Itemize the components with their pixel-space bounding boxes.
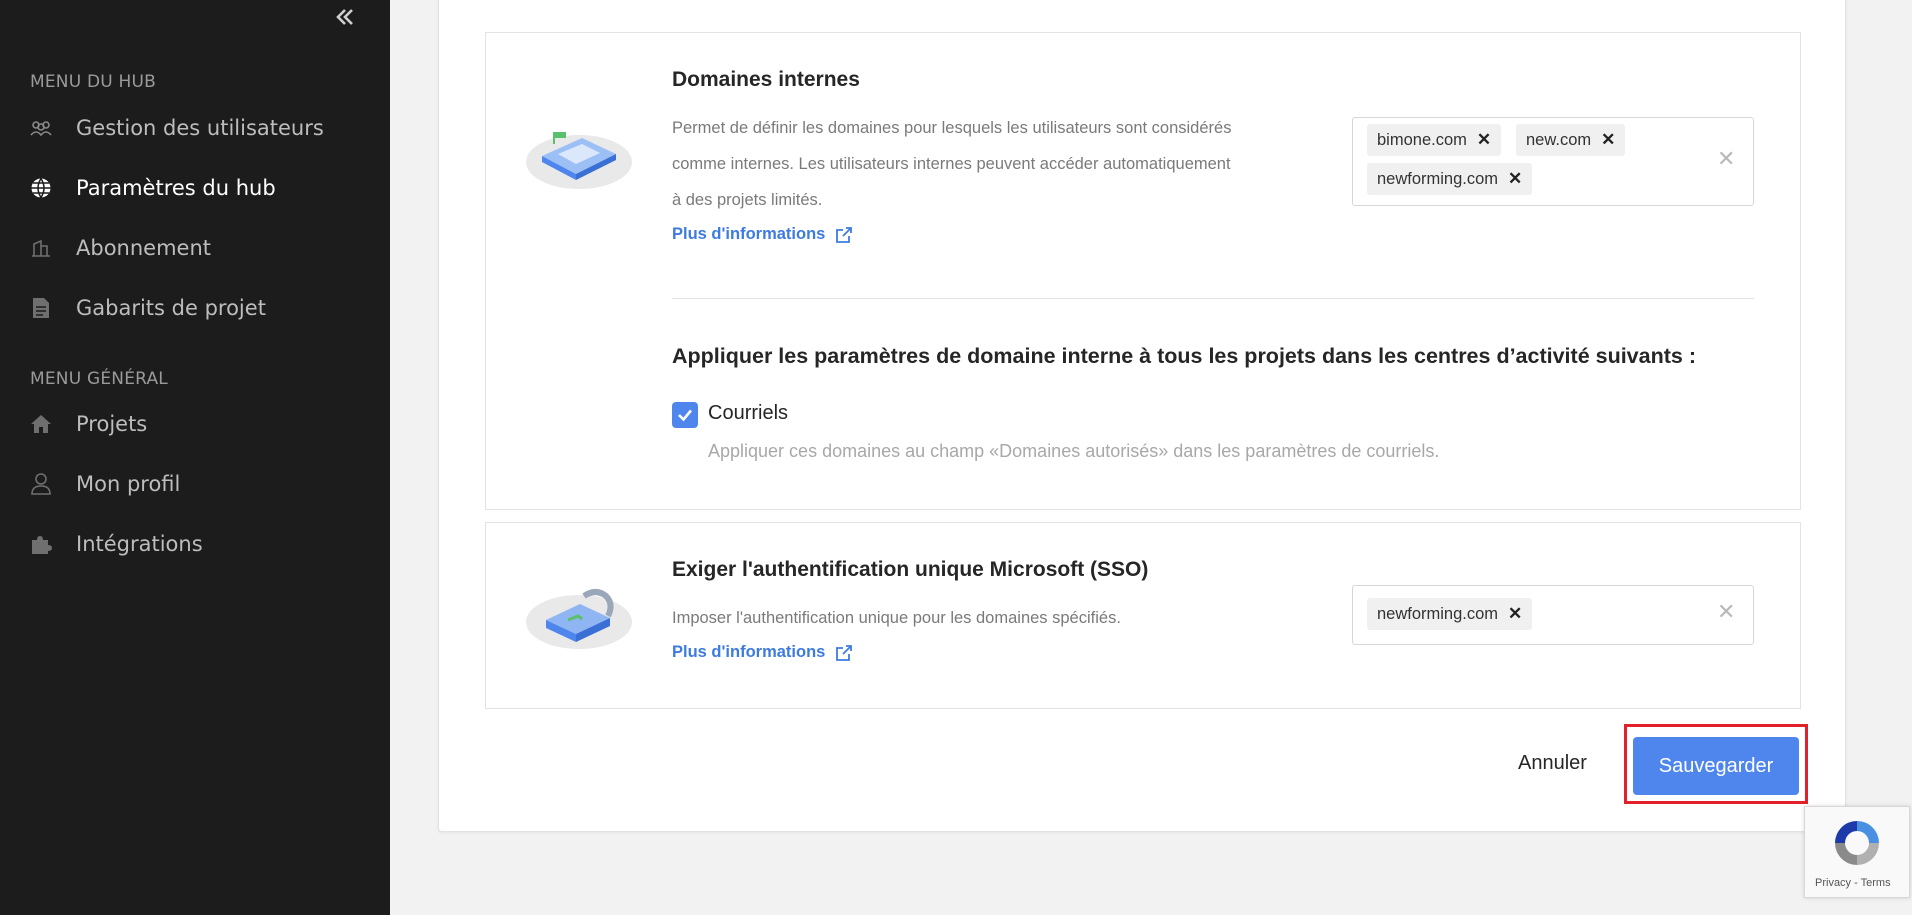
sso-description: Imposer l'authentification unique pour l… xyxy=(672,609,1121,627)
checkmark-icon xyxy=(678,409,692,422)
tag-label: new.com xyxy=(1526,130,1592,149)
sidebar-item-hub-settings[interactable]: Paramètres du hub xyxy=(30,170,276,206)
users-icon xyxy=(30,117,52,139)
sso-title: Exiger l'authentification unique Microso… xyxy=(672,558,1149,581)
sidebar-item-subscription[interactable]: Abonnement xyxy=(30,230,211,266)
home-icon xyxy=(30,413,52,435)
tag-label: newforming.com xyxy=(1377,169,1499,188)
description-line: Permet de définir les domaines pour lesq… xyxy=(672,119,1232,137)
remove-tag-icon[interactable]: ✕ xyxy=(1477,130,1491,150)
domain-illustration-icon xyxy=(524,124,634,198)
sidebar-item-my-profile[interactable]: Mon profil xyxy=(30,466,180,502)
sidebar-item-label: Intégrations xyxy=(76,532,203,556)
sidebar-item-integrations[interactable]: Intégrations xyxy=(30,526,203,562)
internal-domains-more-info-link[interactable]: Plus d'informations xyxy=(672,225,853,244)
sidebar-item-label: Gabarits de projet xyxy=(76,296,266,320)
domain-tag: newforming.com ✕ xyxy=(1367,598,1533,630)
tag-label: bimone.com xyxy=(1377,130,1467,149)
remove-tag-icon[interactable]: ✕ xyxy=(1601,130,1615,150)
globe-icon xyxy=(30,177,52,199)
recaptcha-icon xyxy=(1835,821,1879,865)
sidebar-item-label: Mon profil xyxy=(76,472,181,496)
sidebar-item-label: Gestion des utilisateurs xyxy=(76,116,324,140)
external-link-icon xyxy=(836,226,853,243)
sidebar-item-projects[interactable]: Projets xyxy=(30,406,147,442)
clear-all-icon[interactable]: ✕ xyxy=(1717,147,1735,172)
clear-all-icon[interactable]: ✕ xyxy=(1717,600,1735,625)
lock-illustration-icon xyxy=(524,586,634,656)
remove-tag-icon[interactable]: ✕ xyxy=(1508,604,1522,624)
hub-menu-label: MENU DU HUB xyxy=(30,72,156,92)
sidebar-item-label: Paramètres du hub xyxy=(76,176,276,200)
sidebar-item-label: Abonnement xyxy=(76,236,212,260)
cancel-button[interactable]: Annuler xyxy=(1518,752,1587,775)
sso-more-info-link[interactable]: Plus d'informations xyxy=(672,643,853,662)
emails-checkbox-help: Appliquer ces domaines au champ «Domaine… xyxy=(708,441,1440,461)
sso-domains-input[interactable]: newforming.com ✕ ✕ xyxy=(1352,585,1754,645)
domain-tag: new.com ✕ xyxy=(1516,124,1626,156)
tag-label: newforming.com xyxy=(1377,604,1499,623)
domain-tag: bimone.com ✕ xyxy=(1367,124,1502,156)
divider xyxy=(672,298,1754,299)
sidebar: MENU DU HUB Gestion des utilisateurs Par… xyxy=(0,0,390,915)
emails-checkbox-label[interactable]: Courriels xyxy=(708,402,788,425)
apply-settings-title: Appliquer les paramètres de domaine inte… xyxy=(672,344,1696,368)
user-icon xyxy=(30,473,52,495)
more-info-label: Plus d'informations xyxy=(672,225,826,243)
description-line: à des projets limités. xyxy=(672,191,823,209)
remove-tag-icon[interactable]: ✕ xyxy=(1508,169,1522,189)
double-chevron-left-icon[interactable] xyxy=(334,6,358,32)
internal-domains-title: Domaines internes xyxy=(672,68,860,91)
sidebar-item-label: Projets xyxy=(76,412,148,436)
description-line: comme internes. Les utilisateurs interne… xyxy=(672,155,1231,173)
domain-tag: newforming.com ✕ xyxy=(1367,163,1533,195)
more-info-label: Plus d'informations xyxy=(672,643,826,661)
internal-domains-panel xyxy=(485,32,1801,510)
save-button[interactable]: Sauvegarder xyxy=(1633,737,1799,795)
internal-domains-input[interactable]: bimone.com ✕ new.com ✕ newforming.com ✕ … xyxy=(1352,117,1754,206)
building-icon xyxy=(30,237,52,259)
internal-domains-description: Permet de définir les domaines pour lesq… xyxy=(672,110,1231,218)
document-icon xyxy=(30,297,52,319)
general-menu-label: MENU GÉNÉRAL xyxy=(30,369,168,389)
sidebar-item-user-management[interactable]: Gestion des utilisateurs xyxy=(30,110,324,146)
recaptcha-terms[interactable]: Privacy - Terms xyxy=(1815,877,1891,889)
sidebar-item-project-templates[interactable]: Gabarits de projet xyxy=(30,290,266,326)
emails-checkbox[interactable] xyxy=(672,402,698,428)
external-link-icon xyxy=(836,644,853,661)
recaptcha-badge[interactable]: Privacy - Terms xyxy=(1804,806,1910,898)
puzzle-icon xyxy=(30,533,52,555)
